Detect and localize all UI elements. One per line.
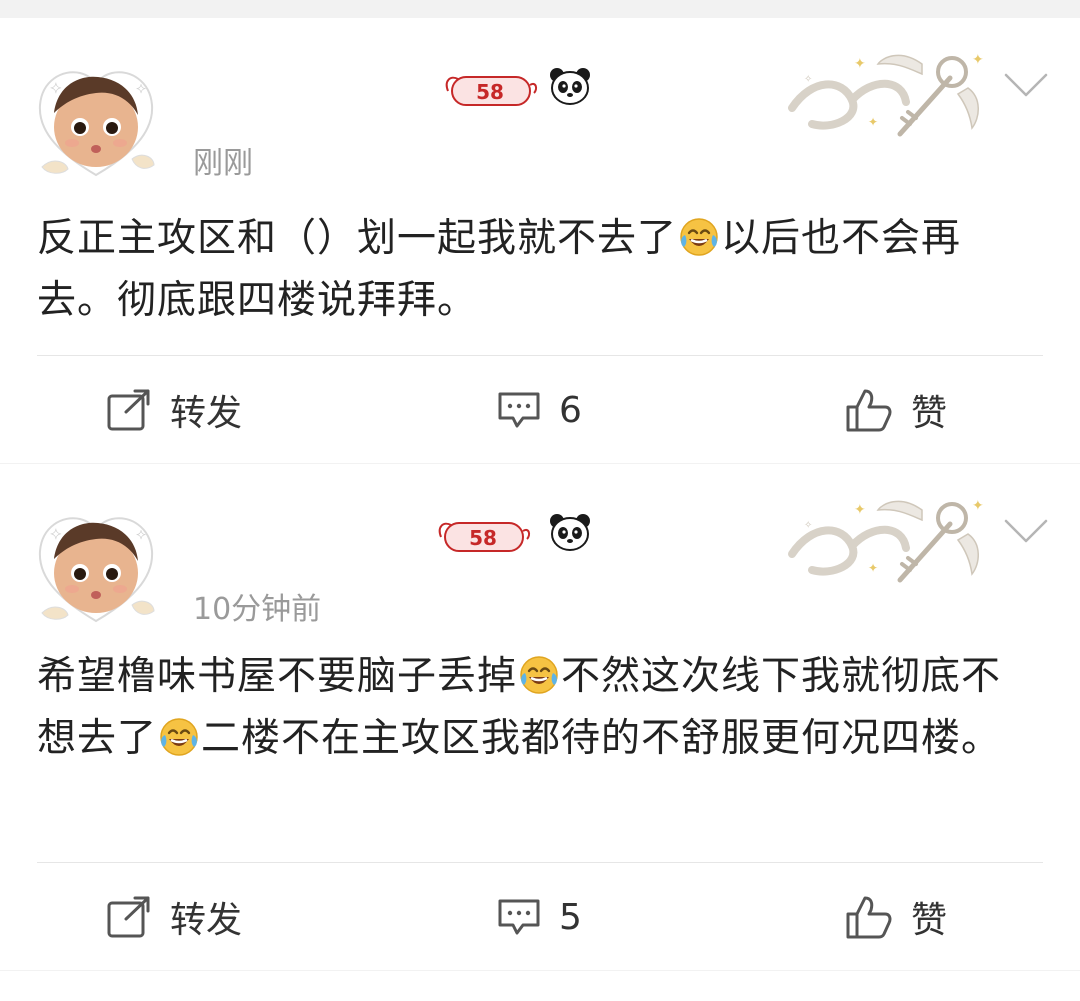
panda-emoji-icon bbox=[548, 66, 592, 106]
post-card-partial bbox=[0, 971, 1080, 1001]
thumbs-up-icon bbox=[845, 387, 893, 433]
like-button[interactable]: 赞 bbox=[845, 380, 947, 440]
like-label: 赞 bbox=[911, 393, 948, 434]
avatar[interactable] bbox=[32, 509, 160, 629]
comment-button[interactable]: 5 bbox=[497, 887, 582, 947]
action-bar: 转发 5 赞 bbox=[0, 887, 1080, 947]
action-bar: 转发 6 赞 bbox=[0, 380, 1080, 440]
laughing-tears-emoji-icon bbox=[519, 655, 559, 695]
post-time: 刚刚 bbox=[193, 146, 253, 181]
chevron-down-icon[interactable] bbox=[1004, 73, 1048, 99]
repost-icon bbox=[106, 388, 152, 432]
laughing-tears-emoji-icon bbox=[679, 217, 719, 257]
comment-count: 6 bbox=[559, 389, 582, 431]
decoration-icon bbox=[782, 38, 992, 148]
divider bbox=[37, 862, 1043, 863]
post-text-segment: 反正主攻区和（）划一起我就不去了 bbox=[37, 216, 678, 261]
post-text: 反正主攻区和（）划一起我就不去了 以后也不会再去。彻底跟四楼说拜拜。 bbox=[37, 208, 1037, 332]
like-label: 赞 bbox=[911, 900, 948, 941]
repost-icon bbox=[106, 895, 152, 939]
comment-count: 5 bbox=[559, 896, 582, 938]
decoration-icon bbox=[782, 484, 992, 594]
level-badge-icon bbox=[440, 71, 540, 111]
post-time: 10分钟前 bbox=[193, 592, 322, 627]
repost-label: 转发 bbox=[170, 393, 243, 434]
post-text-segment: 二楼不在主攻区我都待的不舒服更何况四楼。 bbox=[201, 716, 1002, 761]
panda-emoji-icon bbox=[548, 512, 592, 552]
divider bbox=[37, 355, 1043, 356]
post-text: 希望橹味书屋不要脑子丢掉 不然这次线下我就彻底不想去了 二楼不在主攻区我都待的不舒服… bbox=[37, 646, 1037, 770]
user-badges bbox=[424, 512, 594, 562]
user-badges bbox=[440, 66, 610, 116]
post-card: 10分钟前 希望橹味书屋不要脑子丢掉 不然这次线下我就彻底不想去了 二楼不在主攻区我… bbox=[0, 464, 1080, 970]
comment-icon bbox=[497, 390, 541, 430]
chevron-down-icon[interactable] bbox=[1004, 519, 1048, 545]
laughing-tears-emoji-icon bbox=[159, 717, 199, 757]
comment-icon bbox=[497, 897, 541, 937]
avatar[interactable] bbox=[32, 63, 160, 183]
comment-button[interactable]: 6 bbox=[497, 380, 582, 440]
like-button[interactable]: 赞 bbox=[845, 887, 947, 947]
post-text-segment: 希望橹味书屋不要脑子丢掉 bbox=[37, 654, 518, 699]
level-badge-icon bbox=[428, 517, 538, 557]
repost-label: 转发 bbox=[170, 900, 243, 941]
repost-button[interactable]: 转发 bbox=[106, 380, 242, 440]
post-card: 刚刚 反正主攻区和（）划一起我就不去了 以后也不会再去。彻底跟四楼说拜拜。 转发 … bbox=[0, 18, 1080, 463]
thumbs-up-icon bbox=[845, 894, 893, 940]
repost-button[interactable]: 转发 bbox=[106, 887, 242, 947]
